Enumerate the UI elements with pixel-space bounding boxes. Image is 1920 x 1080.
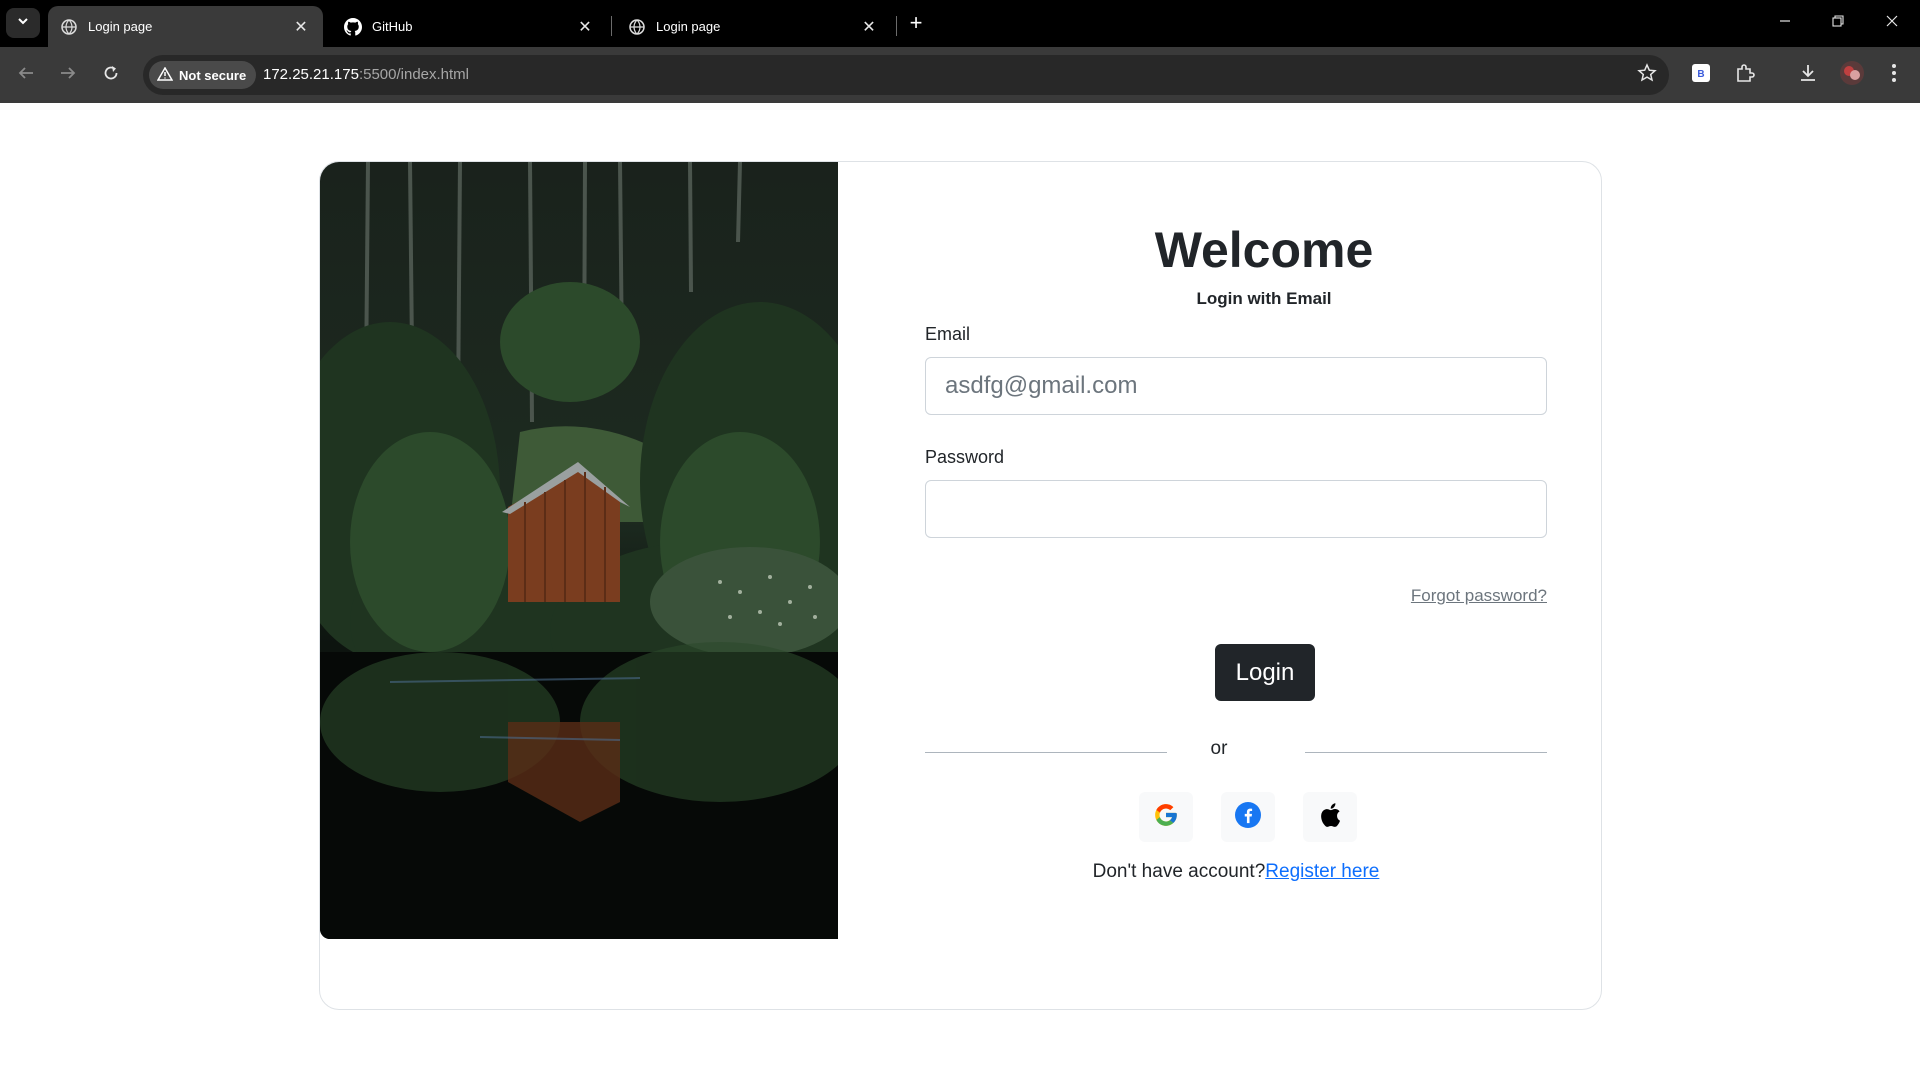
extension-button[interactable]: B <box>1685 59 1717 91</box>
puzzle-icon <box>1735 63 1755 88</box>
login-button[interactable]: Login <box>1215 644 1315 701</box>
tab-separator <box>611 16 612 36</box>
tab-strip: Login page ✕ GitHub ✕ Login page ✕ + <box>0 0 1920 47</box>
star-icon <box>1637 62 1657 88</box>
restore-button[interactable] <box>1816 8 1860 38</box>
globe-icon <box>628 18 646 36</box>
browser-menu-button[interactable] <box>1878 59 1910 91</box>
browser-toolbar: Not secure 172.25.21.175:5500/index.html… <box>0 47 1920 133</box>
forward-button[interactable] <box>52 59 84 91</box>
back-arrow-icon <box>17 64 35 87</box>
tab-title: GitHub <box>372 19 413 34</box>
globe-icon <box>60 18 78 36</box>
extensions-menu-button[interactable] <box>1729 59 1761 91</box>
close-window-button[interactable] <box>1870 8 1914 38</box>
github-icon <box>344 17 362 36</box>
password-field[interactable] <box>925 480 1547 538</box>
tab-search-button[interactable] <box>6 8 40 38</box>
url-text[interactable]: 172.25.21.175:5500/index.html <box>263 66 469 83</box>
google-icon <box>1153 802 1179 833</box>
address-bar[interactable]: Not secure 172.25.21.175:5500/index.html <box>143 55 1669 95</box>
restore-icon <box>1832 14 1844 32</box>
tab-title: Login page <box>656 19 721 34</box>
reload-icon <box>102 64 120 87</box>
profile-button[interactable] <box>1836 59 1868 91</box>
bookmark-button[interactable] <box>1635 62 1659 88</box>
password-label: Password <box>925 447 1005 467</box>
downloads-button[interactable] <box>1792 59 1824 91</box>
register-line: Don't have account?Register here <box>925 861 1547 883</box>
url-host: 172.25.21.175 <box>263 66 359 83</box>
register-prompt: Don't have account? <box>1092 861 1266 882</box>
download-icon <box>1798 63 1818 88</box>
close-icon[interactable]: ✕ <box>291 17 311 37</box>
forward-arrow-icon <box>59 64 77 87</box>
tab-github[interactable]: GitHub ✕ <box>332 6 607 47</box>
email-field[interactable] <box>925 357 1547 415</box>
extension-icon: B <box>1691 63 1711 88</box>
close-icon[interactable]: ✕ <box>575 17 595 37</box>
more-vert-icon <box>1891 63 1897 88</box>
google-login-button[interactable] <box>1139 792 1193 842</box>
reload-button[interactable] <box>95 59 127 91</box>
register-link[interactable]: Register here <box>1265 861 1379 882</box>
tab-title: Login page <box>88 19 153 34</box>
divider-left <box>925 752 1167 753</box>
tab-login-page[interactable]: Login page ✕ <box>48 6 323 47</box>
chevron-down-icon <box>16 14 30 33</box>
login-card: Welcome Login with Email Email Password … <box>319 161 1602 1010</box>
minimize-icon <box>1779 14 1791 32</box>
close-icon[interactable]: ✕ <box>859 17 879 37</box>
divider-right <box>1305 752 1547 753</box>
page-viewport: Welcome Login with Email Email Password … <box>0 103 1920 1080</box>
forest-cabin-image <box>320 162 838 939</box>
tab-login-page-2[interactable]: Login page ✕ <box>616 6 891 47</box>
facebook-icon <box>1235 801 1261 833</box>
security-chip[interactable]: Not secure <box>149 61 257 89</box>
warning-icon <box>156 66 179 84</box>
back-button[interactable] <box>10 59 42 91</box>
forgot-password-link[interactable]: Forgot password? <box>1411 586 1547 606</box>
new-tab-button[interactable]: + <box>903 10 929 36</box>
tab-separator <box>896 16 897 36</box>
apple-icon <box>1318 802 1342 833</box>
divider-text: or <box>1210 738 1228 759</box>
minimize-button[interactable] <box>1763 8 1807 38</box>
facebook-login-button[interactable] <box>1221 792 1275 842</box>
security-label: Not secure <box>179 67 247 83</box>
plus-icon: + <box>909 10 923 35</box>
email-label: Email <box>925 324 971 344</box>
svg-text:B: B <box>1697 69 1704 80</box>
apple-login-button[interactable] <box>1303 792 1357 842</box>
avatar <box>1839 60 1865 91</box>
page-subtitle: Login with Email <box>1196 289 1332 308</box>
url-path: :5500/index.html <box>358 66 470 83</box>
page-title: Welcome <box>1154 222 1374 278</box>
close-icon <box>1886 14 1898 32</box>
